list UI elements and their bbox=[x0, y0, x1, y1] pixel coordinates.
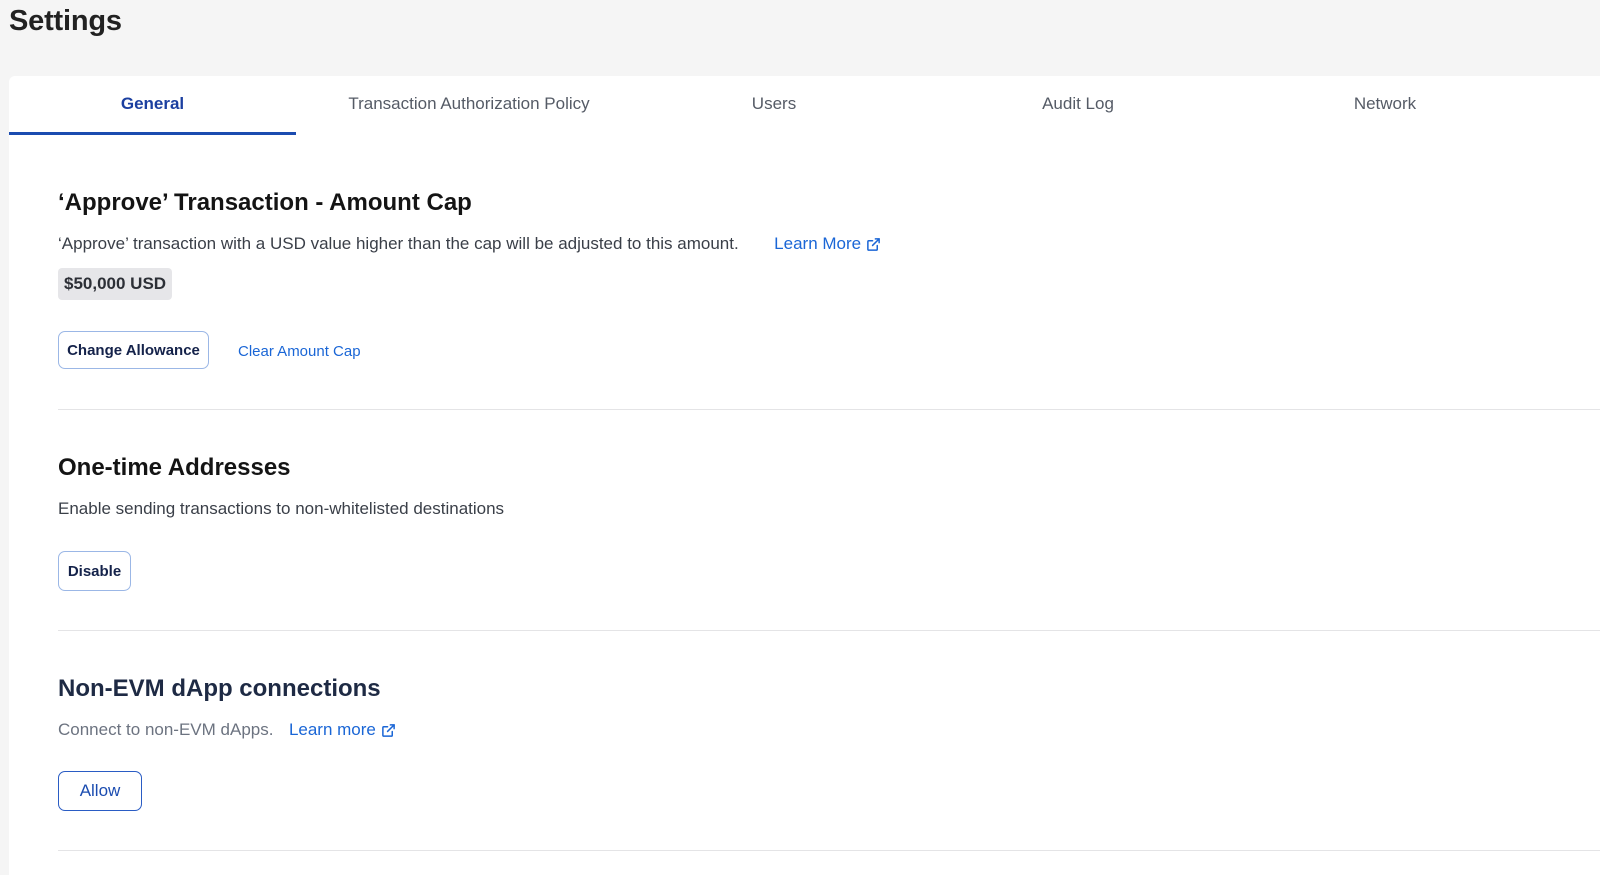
section-divider bbox=[58, 409, 1600, 410]
settings-panel: General Transaction Authorization Policy… bbox=[9, 76, 1600, 875]
amount-cap-value-badge: $50,000 USD bbox=[58, 268, 173, 300]
amount-cap-section: ‘Approve’ Transaction - Amount Cap ‘Appr… bbox=[58, 186, 1600, 386]
external-link-icon bbox=[382, 723, 395, 737]
tab-general[interactable]: General bbox=[9, 76, 296, 135]
one-time-addresses-description: Enable sending transactions to non-white… bbox=[58, 499, 505, 518]
amount-cap-learn-more-link[interactable]: Learn More bbox=[774, 234, 881, 254]
external-link-icon bbox=[867, 237, 880, 251]
non-evm-description: Connect to non-EVM dApps. bbox=[58, 720, 274, 739]
tab-audit-log[interactable]: Audit Log bbox=[906, 76, 1250, 132]
non-evm-section: Non-EVM dApp connections Connect to non-… bbox=[58, 673, 1600, 833]
tab-network[interactable]: Network bbox=[1250, 76, 1520, 132]
amount-cap-description-row: ‘Approve’ transaction with a USD value h… bbox=[58, 234, 881, 254]
non-evm-title: Non-EVM dApp connections bbox=[58, 675, 381, 702]
amount-cap-title: ‘Approve’ Transaction - Amount Cap bbox=[58, 189, 472, 216]
one-time-addresses-section: One-time Addresses Enable sending transa… bbox=[58, 452, 1600, 612]
page-title: Settings bbox=[9, 5, 122, 37]
tab-users[interactable]: Users bbox=[642, 76, 906, 132]
non-evm-learn-more-link[interactable]: Learn more bbox=[289, 720, 396, 740]
settings-tabs: General Transaction Authorization Policy… bbox=[9, 76, 1600, 135]
learn-more-label: Learn More bbox=[774, 234, 862, 253]
allow-button[interactable]: Allow bbox=[58, 771, 142, 811]
one-time-addresses-title: One-time Addresses bbox=[58, 454, 291, 481]
tab-transaction-authorization-policy[interactable]: Transaction Authorization Policy bbox=[296, 76, 642, 132]
disable-button[interactable]: Disable bbox=[58, 551, 131, 591]
learn-more-label: Learn more bbox=[288, 720, 376, 739]
clear-amount-cap-link[interactable]: Clear Amount Cap bbox=[238, 343, 361, 360]
section-divider bbox=[58, 630, 1600, 631]
section-divider bbox=[58, 850, 1600, 851]
amount-cap-description: ‘Approve’ transaction with a USD value h… bbox=[58, 234, 739, 253]
non-evm-description-row: Connect to non-EVM dApps. Learn more bbox=[58, 720, 396, 740]
change-allowance-button[interactable]: Change Allowance bbox=[58, 331, 209, 369]
